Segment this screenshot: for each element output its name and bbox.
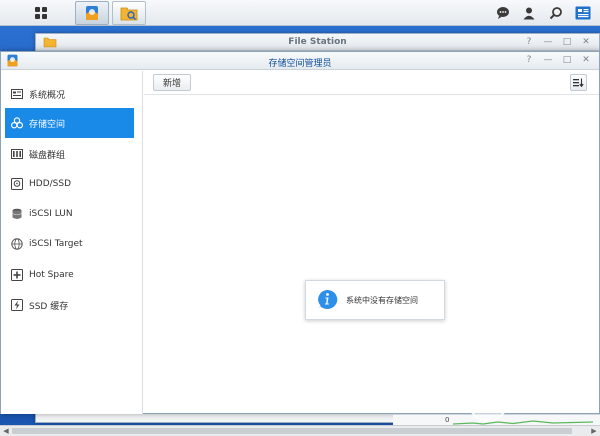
scroll-left-icon[interactable]: ◀ <box>1 427 11 435</box>
maximize-icon[interactable]: □ <box>562 36 572 49</box>
sidebar-item-label: 磁盘群组 <box>29 150 66 161</box>
main-menu-button[interactable] <box>14 1 68 25</box>
sidebar-item-label: SSD 缓存 <box>29 301 69 312</box>
storage-manager-icon <box>86 6 98 20</box>
file-station-icon <box>120 7 138 21</box>
close-icon[interactable]: ✕ <box>581 36 591 49</box>
sidebar-item-label: iSCSI Target <box>29 239 83 249</box>
overview-icon <box>11 89 23 99</box>
taskbar <box>0 0 600 26</box>
new-button[interactable]: 新增 <box>153 74 192 91</box>
maximize-icon[interactable]: □ <box>562 54 572 67</box>
main-content: 新增 系统中没有存储空间 <box>144 71 599 413</box>
file-station-title: File Station <box>288 37 347 47</box>
main-menu-icon <box>35 7 47 19</box>
chat-icon <box>497 7 509 19</box>
storage-manager-window: 存储空间管理员 ? — □ ✕ 系统概况 存储空间 磁盘群组 HDD/SSD i… <box>0 51 600 414</box>
widget-value: 0 <box>445 416 450 424</box>
watermark: 值 什么值得买 SMZDM.COM <box>468 380 598 424</box>
sidebar-item-overview[interactable]: 系统概况 <box>5 79 134 109</box>
storage-manager-titlebar[interactable]: 存储空间管理员 ? — □ ✕ <box>1 52 599 70</box>
iscsi-lun-icon <box>12 208 22 219</box>
sort-icon <box>573 78 584 87</box>
minimize-icon[interactable]: — <box>543 36 553 49</box>
ssd-cache-icon <box>11 299 23 311</box>
scrollbar-thumb[interactable] <box>12 428 572 434</box>
widgets-icon <box>575 6 591 20</box>
empty-state-box: 系统中没有存储空间 <box>305 280 445 320</box>
search-button[interactable] <box>543 1 569 25</box>
widgets-button[interactable] <box>570 1 596 25</box>
watermark-text: 什么值得买 <box>514 387 589 403</box>
search-icon <box>549 7 562 20</box>
watermark-logo-icon: 值 <box>477 390 499 416</box>
sidebar-item-label: 系统概况 <box>29 90 66 101</box>
taskbar-storage-manager[interactable] <box>75 1 109 25</box>
sort-button[interactable] <box>570 74 587 91</box>
toolbar: 新增 <box>144 71 599 95</box>
info-icon <box>317 289 338 310</box>
disk-group-icon <box>11 149 23 159</box>
sidebar-item-hdd-ssd[interactable]: HDD/SSD <box>5 169 134 199</box>
taskbar-file-station[interactable] <box>112 1 146 25</box>
sidebar-item-disk-group[interactable]: 磁盘群组 <box>5 139 134 169</box>
chat-button[interactable] <box>490 1 516 25</box>
watermark-logo: 值 <box>468 382 508 422</box>
help-icon[interactable]: ? <box>524 36 534 49</box>
scroll-right-icon[interactable]: ▶ <box>589 427 599 435</box>
minimize-icon[interactable]: — <box>543 54 553 67</box>
sidebar-item-hot-spare[interactable]: Hot Spare <box>5 260 134 290</box>
file-station-titlebar[interactable]: File Station ? — □ ✕ <box>36 34 599 51</box>
sidebar-item-iscsi-lun[interactable]: iSCSI LUN <box>5 199 134 229</box>
user-icon <box>523 7 535 20</box>
sidebar-item-volume[interactable]: 存储空间 <box>5 108 134 138</box>
svg-text:值: 值 <box>477 390 499 416</box>
iscsi-target-icon <box>11 238 23 250</box>
sidebar-item-label: Hot Spare <box>29 270 74 280</box>
sidebar-item-label: 存储空间 <box>29 119 66 130</box>
sidebar-item-label: iSCSI LUN <box>29 209 73 219</box>
help-icon[interactable]: ? <box>524 54 534 67</box>
sidebar-item-label: HDD/SSD <box>29 179 72 189</box>
sidebar-item-iscsi-target[interactable]: iSCSI Target <box>5 229 134 259</box>
user-button[interactable] <box>516 1 542 25</box>
window-title: 存储空间管理员 <box>268 59 332 69</box>
empty-state-message: 系统中没有存储空间 <box>346 295 418 305</box>
hdd-icon <box>11 178 23 190</box>
close-icon[interactable]: ✕ <box>581 54 591 67</box>
hot-spare-icon <box>11 269 23 281</box>
horizontal-scrollbar[interactable]: ◀ ▶ <box>0 425 600 436</box>
watermark-sub: SMZDM.COM <box>515 404 592 415</box>
sidebar: 系统概况 存储空间 磁盘群组 HDD/SSD iSCSI LUN iSCSI T… <box>1 71 143 414</box>
volume-icon <box>11 117 23 129</box>
sidebar-item-ssd-cache[interactable]: SSD 缓存 <box>5 290 134 320</box>
